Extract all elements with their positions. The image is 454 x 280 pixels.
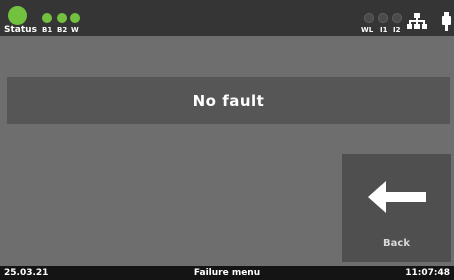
b2-label: B2 — [57, 26, 68, 34]
i1-indicator — [378, 13, 388, 23]
b1-label: B1 — [42, 26, 53, 34]
arrow-left-icon — [368, 181, 426, 213]
status-label: Status — [4, 25, 37, 35]
w-label: W — [71, 26, 79, 34]
footer-bar: 25.03.21 Failure menu 11:07:48 — [0, 266, 454, 280]
w-indicator — [70, 13, 80, 23]
b2-indicator — [57, 13, 67, 23]
fault-message-bar: No fault — [7, 77, 450, 124]
wl-indicator — [364, 13, 374, 23]
b1-indicator — [42, 13, 52, 23]
back-button[interactable]: Back — [342, 154, 451, 262]
i1-label: I1 — [380, 26, 388, 34]
usb-icon — [442, 12, 451, 31]
footer-time: 11:07:48 — [405, 268, 450, 278]
i2-label: I2 — [393, 26, 401, 34]
network-icon — [407, 13, 427, 29]
top-status-bar: Status B1 B2 W WL I1 I2 — [0, 0, 454, 36]
footer-title: Failure menu — [193, 268, 261, 278]
back-button-label: Back — [383, 238, 410, 249]
fault-message: No fault — [192, 91, 265, 110]
wl-label: WL — [361, 26, 374, 34]
status-indicator — [8, 6, 27, 25]
i2-indicator — [392, 13, 402, 23]
